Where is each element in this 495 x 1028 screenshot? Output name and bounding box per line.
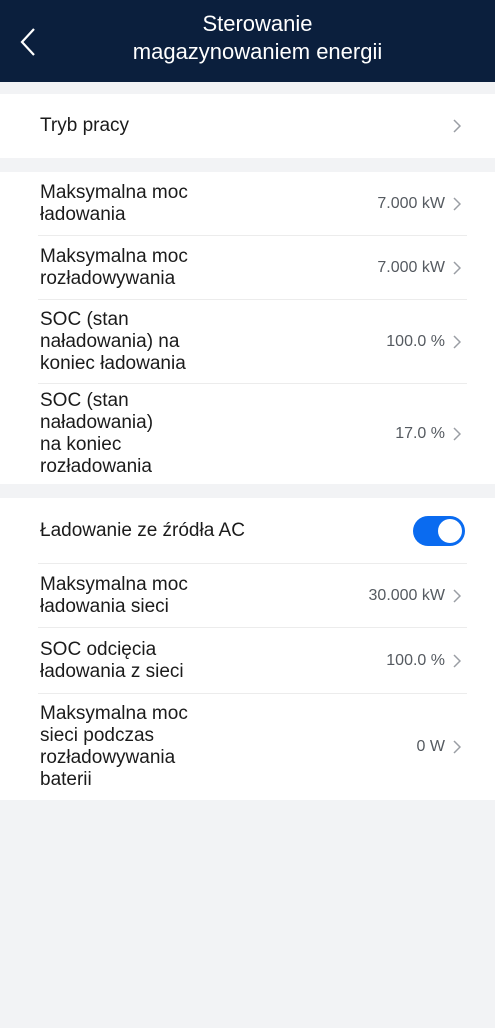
setting-value: 7.000 kW bbox=[377, 195, 445, 212]
chevron-left-icon bbox=[20, 28, 35, 56]
setting-label: Maksymalna moc ładowania sieci bbox=[40, 574, 188, 617]
setting-label: SOC (stan naładowania) na koniec ładowan… bbox=[40, 309, 186, 374]
back-button[interactable] bbox=[6, 20, 50, 64]
chevron-right-icon bbox=[453, 118, 465, 134]
setting-label: SOC (stan naładowania) na koniec rozłado… bbox=[40, 390, 154, 477]
setting-value: 100.0 % bbox=[386, 333, 445, 350]
ac-charging-group: Ładowanie ze źródła AC Maksymalna moc ła… bbox=[0, 498, 495, 800]
charge-settings-group: Maksymalna moc ładowania 7.000 kW Maksym… bbox=[0, 172, 495, 484]
page-title: Sterowanie magazynowaniem energii bbox=[132, 11, 383, 64]
chevron-right-icon bbox=[453, 588, 465, 604]
chevron-right-icon bbox=[453, 426, 465, 442]
toggle-knob bbox=[438, 519, 462, 543]
work-mode-row[interactable]: Tryb pracy bbox=[0, 94, 495, 158]
chevron-right-icon bbox=[453, 334, 465, 350]
max-grid-charge-power-row[interactable]: Maksymalna moc ładowania sieci 30.000 kW bbox=[0, 564, 495, 628]
setting-label: SOC odcięcia ładowania z sieci bbox=[40, 639, 184, 682]
grid-charge-cutoff-soc-row[interactable]: SOC odcięcia ładowania z sieci 100.0 % bbox=[0, 628, 495, 694]
setting-value: 0 W bbox=[416, 738, 445, 755]
ac-charging-toggle[interactable] bbox=[413, 516, 465, 546]
soc-end-charge-row[interactable]: SOC (stan naładowania) na koniec ładowan… bbox=[0, 300, 495, 384]
work-mode-group: Tryb pracy bbox=[0, 94, 495, 158]
setting-value: 17.0 % bbox=[395, 425, 445, 442]
max-charge-power-row[interactable]: Maksymalna moc ładowania 7.000 kW bbox=[0, 172, 495, 236]
chevron-right-icon bbox=[453, 196, 465, 212]
soc-end-discharge-row[interactable]: SOC (stan naładowania) na koniec rozłado… bbox=[0, 384, 495, 484]
setting-label: Maksymalna moc rozładowywania bbox=[40, 246, 188, 289]
chevron-right-icon bbox=[453, 653, 465, 669]
max-discharge-power-row[interactable]: Maksymalna moc rozładowywania 7.000 kW bbox=[0, 236, 495, 300]
setting-label: Maksymalna moc sieci podczas rozładowywa… bbox=[40, 703, 188, 790]
work-mode-label: Tryb pracy bbox=[40, 115, 130, 136]
chevron-right-icon bbox=[453, 739, 465, 755]
chevron-right-icon bbox=[453, 260, 465, 276]
spacer bbox=[0, 158, 495, 172]
spacer bbox=[0, 484, 495, 498]
setting-value: 30.000 kW bbox=[368, 587, 445, 604]
ac-charging-label: Ładowanie ze źródła AC bbox=[40, 520, 245, 541]
spacer bbox=[0, 82, 495, 94]
setting-value: 100.0 % bbox=[386, 652, 445, 669]
header-bar: Sterowanie magazynowaniem energii bbox=[0, 0, 495, 82]
setting-value: 7.000 kW bbox=[377, 259, 445, 276]
max-grid-power-discharge-row[interactable]: Maksymalna moc sieci podczas rozładowywa… bbox=[0, 694, 495, 800]
ac-charging-toggle-row: Ładowanie ze źródła AC bbox=[0, 498, 495, 564]
setting-label: Maksymalna moc ładowania bbox=[40, 182, 188, 225]
